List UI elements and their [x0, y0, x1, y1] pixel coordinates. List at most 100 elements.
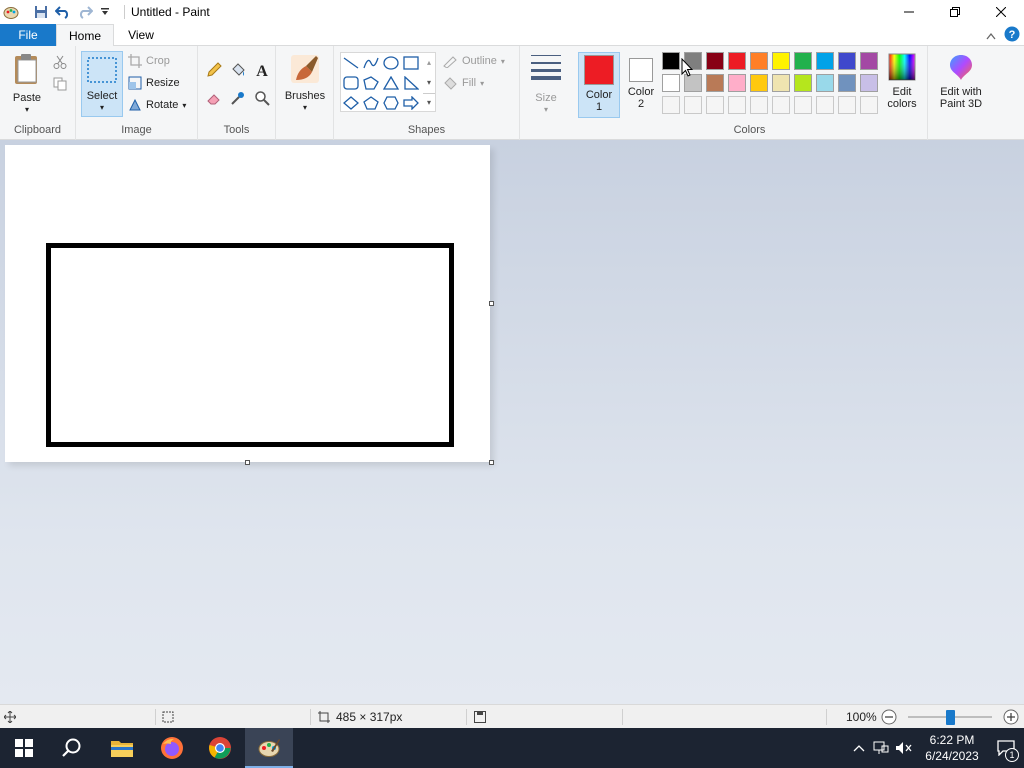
search-button[interactable] [48, 728, 96, 768]
palette-color-swatch[interactable] [772, 96, 790, 114]
edit-with-paint3d-button[interactable]: Edit with Paint 3D [934, 52, 988, 110]
palette-color-swatch[interactable] [750, 74, 768, 92]
line-shape-icon[interactable] [341, 54, 361, 72]
palette-color-swatch[interactable] [838, 52, 856, 70]
select-button[interactable]: Select ▾ [81, 51, 123, 117]
network-icon[interactable] [870, 741, 892, 755]
size-button[interactable]: Size ▾ [528, 52, 564, 116]
palette-color-swatch[interactable] [706, 52, 724, 70]
diamond-shape-icon[interactable] [341, 94, 361, 112]
color2-button[interactable]: Color 2 [620, 52, 662, 116]
palette-color-swatch[interactable] [750, 52, 768, 70]
firefox-taskbar-button[interactable] [148, 728, 196, 768]
restore-button[interactable] [932, 0, 978, 24]
canvas-resize-handle-right[interactable] [489, 301, 494, 306]
palette-color-swatch[interactable] [662, 52, 680, 70]
palette-color-swatch[interactable] [750, 96, 768, 114]
arrow-shape-icon[interactable] [401, 94, 421, 112]
zoom-slider-thumb[interactable] [946, 710, 955, 725]
collapse-ribbon-icon[interactable] [986, 29, 996, 43]
paint-taskbar-button[interactable] [245, 728, 293, 768]
palette-color-swatch[interactable] [794, 96, 812, 114]
rounded-rectangle-shape-icon[interactable] [341, 74, 361, 92]
right-triangle-shape-icon[interactable] [401, 74, 421, 92]
color1-button[interactable]: Color 1 [578, 52, 620, 118]
ribbon-tabs: File Home View ? [0, 24, 1024, 47]
palette-color-swatch[interactable] [684, 96, 702, 114]
shapes-scroll-up-icon[interactable]: ▴ [423, 53, 435, 73]
palette-color-swatch[interactable] [728, 74, 746, 92]
show-hidden-icons-icon[interactable] [848, 744, 870, 752]
polygon-shape-icon[interactable] [361, 74, 381, 92]
paint-app-icon[interactable] [2, 3, 20, 21]
undo-icon[interactable] [54, 3, 72, 21]
rectangle-shape-icon[interactable] [401, 54, 421, 72]
taskbar-clock[interactable]: 6:22 PM 6/24/2023 [916, 732, 988, 764]
edit-colors-button[interactable]: Edit colors [880, 52, 924, 110]
text-icon[interactable]: A [252, 60, 272, 80]
zoom-out-button[interactable] [881, 705, 897, 729]
palette-color-swatch[interactable] [816, 74, 834, 92]
fill-button[interactable]: Fill ▾ [442, 76, 484, 90]
file-explorer-taskbar-button[interactable] [98, 728, 146, 768]
selection-size-icon [162, 711, 174, 723]
palette-color-swatch[interactable] [662, 74, 680, 92]
outline-button[interactable]: Outline ▾ [442, 54, 505, 68]
chrome-taskbar-button[interactable] [196, 728, 244, 768]
palette-color-swatch[interactable] [794, 74, 812, 92]
minimize-button[interactable] [886, 0, 932, 24]
volume-muted-icon[interactable] [892, 741, 916, 755]
palette-color-swatch[interactable] [772, 52, 790, 70]
help-icon[interactable]: ? [1004, 26, 1020, 45]
crop-button[interactable]: Crop [128, 54, 170, 68]
eraser-icon[interactable] [204, 88, 224, 108]
palette-color-swatch[interactable] [860, 74, 878, 92]
color-picker-icon[interactable] [228, 88, 248, 108]
pencil-icon[interactable] [204, 60, 224, 80]
palette-color-swatch[interactable] [816, 96, 834, 114]
rotate-button[interactable]: Rotate ▾ [128, 98, 186, 112]
hexagon-shape-icon[interactable] [381, 94, 401, 112]
palette-color-swatch[interactable] [728, 96, 746, 114]
start-button[interactable] [0, 728, 48, 768]
palette-color-swatch[interactable] [728, 52, 746, 70]
action-center-button[interactable]: 1 [988, 740, 1024, 762]
tab-file[interactable]: File [0, 24, 56, 46]
palette-color-swatch[interactable] [838, 74, 856, 92]
brushes-button[interactable]: Brushes ▾ [282, 52, 328, 114]
triangle-shape-icon[interactable] [381, 74, 401, 92]
palette-color-swatch[interactable] [706, 96, 724, 114]
redo-icon[interactable] [76, 3, 94, 21]
cut-icon[interactable] [50, 52, 70, 72]
palette-color-swatch[interactable] [860, 52, 878, 70]
tab-view[interactable]: View [118, 24, 164, 46]
customize-dropdown-icon[interactable] [96, 3, 114, 21]
zoom-out-icon [881, 709, 897, 725]
save-icon[interactable] [32, 3, 50, 21]
close-button[interactable] [978, 0, 1024, 24]
curve-shape-icon[interactable] [361, 54, 381, 72]
palette-color-swatch[interactable] [816, 52, 834, 70]
edit-colors-icon [888, 53, 916, 81]
paste-button[interactable]: Paste ▾ [8, 52, 46, 116]
zoom-in-button[interactable] [1003, 705, 1019, 729]
fill-bucket-icon[interactable] [228, 60, 248, 80]
tab-home[interactable]: Home [56, 24, 114, 47]
palette-color-swatch[interactable] [794, 52, 812, 70]
palette-color-swatch[interactable] [706, 74, 724, 92]
canvas-resize-handle-bottom[interactable] [245, 460, 250, 465]
palette-color-swatch[interactable] [838, 96, 856, 114]
canvas-resize-handle-corner[interactable] [489, 460, 494, 465]
shapes-expand-icon[interactable]: ▾ [423, 93, 435, 111]
copy-icon[interactable] [50, 74, 70, 94]
palette-color-swatch[interactable] [662, 96, 680, 114]
oval-shape-icon[interactable] [381, 54, 401, 72]
drawing-canvas[interactable] [5, 145, 490, 462]
magnifier-icon[interactable] [252, 88, 272, 108]
resize-button[interactable]: Resize [128, 76, 180, 90]
palette-color-swatch[interactable] [772, 74, 790, 92]
palette-color-swatch[interactable] [860, 96, 878, 114]
shapes-scroll-down-icon[interactable]: ▾ [423, 73, 435, 93]
pentagon-shape-icon[interactable] [361, 94, 381, 112]
mouse-cursor-icon [681, 58, 693, 77]
